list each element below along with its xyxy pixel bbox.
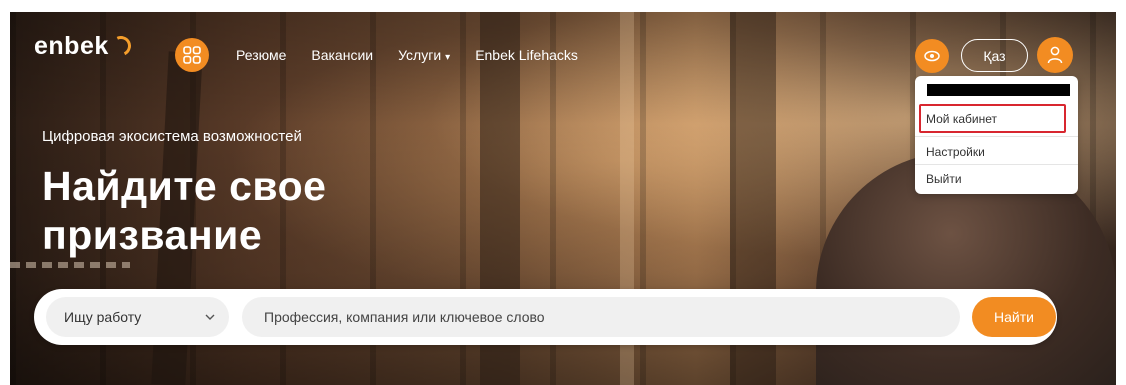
menu-item-logout[interactable]: Выйти [926,172,962,186]
search-bar: Ищу работу Найти [34,289,1057,345]
user-menu-dropdown: Мой кабинет Настройки Выйти [915,76,1078,194]
nav-item-services[interactable]: Услуги ▾ [398,47,450,63]
language-switch-button[interactable]: Қаз [961,39,1028,72]
search-type-select[interactable]: Ищу работу [46,297,229,337]
divider [915,136,1078,137]
menu-item-settings[interactable]: Настройки [926,145,985,159]
logo-mark-icon [107,33,134,59]
search-button[interactable]: Найти [972,297,1056,337]
apps-grid-button[interactable] [175,38,209,72]
search-type-value: Ищу работу [64,309,142,325]
accessibility-button[interactable] [915,39,949,73]
headline-line-1: Найдите свое [42,163,327,209]
hero-tagline: Цифровая экосистема возможностей [42,128,302,145]
hero-headline: Найдите свое призвание [42,162,326,260]
page: enbek Резюме Вакансии Услуги ▾ Enbek Life… [0,0,1126,385]
nav-item-lifehacks[interactable]: Enbek Lifehacks [475,47,578,63]
background-stripe [10,262,130,268]
nav-item-vacancies[interactable]: Вакансии [311,47,373,63]
grid-icon [183,46,201,64]
enbek-logo[interactable]: enbek [34,32,134,61]
main-nav: Резюме Вакансии Услуги ▾ Enbek Lifehacks [236,47,603,63]
chevron-down-icon [205,314,215,320]
logo-text: enbek [34,32,109,60]
search-input[interactable] [242,297,960,337]
nav-item-services-label: Услуги [398,47,442,63]
nav-item-resume[interactable]: Резюме [236,47,286,63]
eye-icon [924,50,940,62]
menu-item-my-cabinet[interactable]: Мой кабинет [926,112,997,126]
chevron-down-icon: ▾ [445,52,451,63]
user-profile-button[interactable] [1037,37,1073,73]
divider [915,164,1078,165]
user-icon [1047,46,1063,64]
redacted-username [927,84,1070,96]
headline-line-2: призвание [42,212,263,258]
